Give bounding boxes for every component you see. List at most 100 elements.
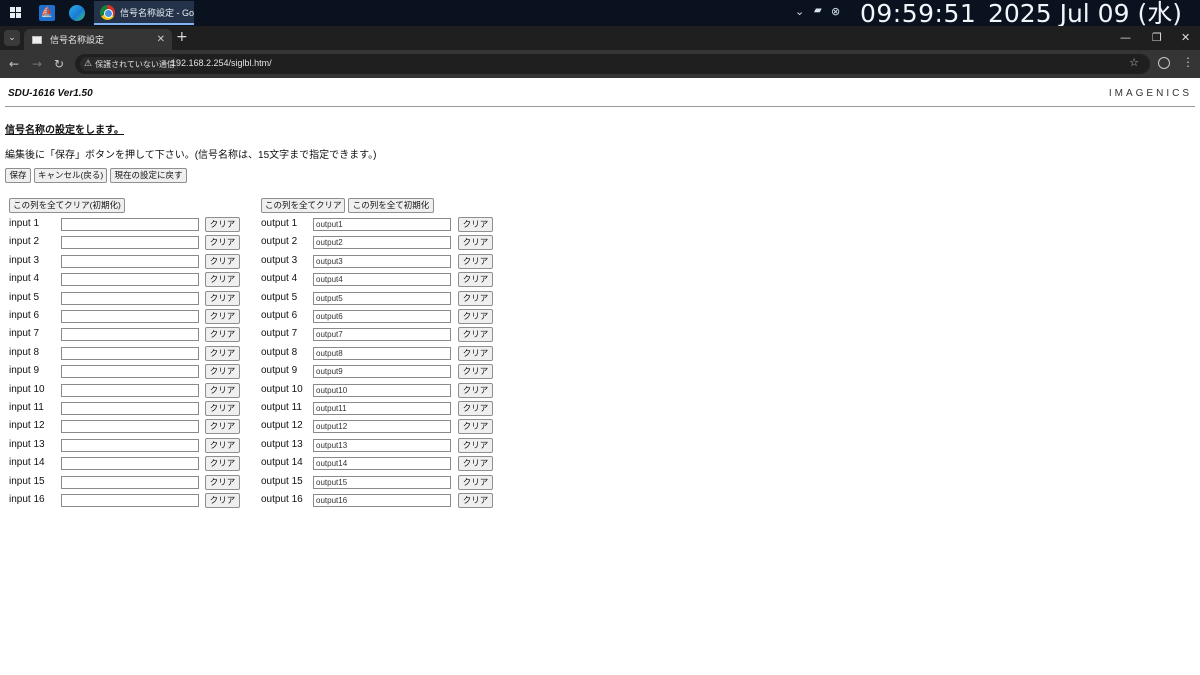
input-name-field[interactable] <box>61 328 199 341</box>
bookmark-star-icon[interactable]: ☆ <box>1129 56 1139 69</box>
output-clear-button[interactable]: クリア <box>458 419 493 434</box>
close-tab-icon[interactable]: ✕ <box>157 34 165 45</box>
input-clear-button[interactable]: クリア <box>205 327 240 342</box>
input-name-field[interactable] <box>61 476 199 489</box>
output-clear-button[interactable]: クリア <box>458 291 493 306</box>
output-clear-button[interactable]: クリア <box>458 364 493 379</box>
forward-arrow-icon[interactable]: → <box>32 57 42 71</box>
input-clear-button[interactable]: クリア <box>205 309 240 324</box>
input-clear-button[interactable]: クリア <box>205 456 240 471</box>
input-name-field[interactable] <box>61 365 199 378</box>
output-clear-button[interactable]: クリア <box>458 327 493 342</box>
close-circle-icon[interactable]: ⊗ <box>831 5 840 18</box>
input-clear-button[interactable]: クリア <box>205 383 240 398</box>
input-clear-button[interactable]: クリア <box>205 235 240 250</box>
restore-icon[interactable]: ❐ <box>1152 31 1162 44</box>
output-clear-button[interactable]: クリア <box>458 272 493 287</box>
output-name-field[interactable]: output10 <box>313 384 451 397</box>
input-clear-button[interactable]: クリア <box>205 438 240 453</box>
menu-kebab-icon[interactable]: ⋮ <box>1182 55 1194 69</box>
page-content: SDU-1616 Ver1.50 IMAGENICS 信号名称の設定をします。 … <box>0 78 1200 675</box>
output-name-field[interactable]: output3 <box>313 255 451 268</box>
output-name-field[interactable]: output9 <box>313 365 451 378</box>
taskbar-chrome-window[interactable]: 信号名称設定 - Goo... <box>94 1 194 25</box>
revert-settings-button[interactable]: 現在の設定に戻す <box>110 168 187 183</box>
input-row-label: input 14 <box>9 457 45 468</box>
input-name-field[interactable] <box>61 384 199 397</box>
output-name-field[interactable]: output12 <box>313 420 451 433</box>
cancel-back-button[interactable]: キャンセル(戻る) <box>34 168 107 183</box>
tab-search-chevron-icon[interactable]: ⌄ <box>4 30 20 46</box>
output-row-label: output 8 <box>261 347 298 358</box>
output-clear-button[interactable]: クリア <box>458 235 493 250</box>
input-clear-button[interactable]: クリア <box>205 291 240 306</box>
minimize-icon[interactable]: — <box>1120 31 1131 44</box>
browser-tab-strip: ⌄ 信号名称設定 ✕ + — ❐ ✕ <box>0 26 1200 50</box>
output-clear-button[interactable]: クリア <box>458 383 493 398</box>
app-launcher-icon[interactable]: ⛵ <box>37 3 57 23</box>
output-clear-all-button[interactable]: この列を全てクリア <box>261 198 345 213</box>
close-window-icon[interactable]: ✕ <box>1181 31 1190 44</box>
output-clear-button[interactable]: クリア <box>458 217 493 232</box>
output-name-field[interactable]: output4 <box>313 273 451 286</box>
input-name-field[interactable] <box>61 494 199 507</box>
output-clear-button[interactable]: クリア <box>458 493 493 508</box>
input-clear-button[interactable]: クリア <box>205 217 240 232</box>
output-name-field[interactable]: output16 <box>313 494 451 507</box>
output-name-field[interactable]: output2 <box>313 236 451 249</box>
windows-start-icon[interactable] <box>6 3 26 23</box>
edge-browser-icon[interactable] <box>67 3 87 23</box>
output-name-field[interactable]: output5 <box>313 292 451 305</box>
input-name-field[interactable] <box>61 310 199 323</box>
output-init-all-button[interactable]: この列を全て初期化 <box>348 198 434 213</box>
input-name-field[interactable] <box>61 273 199 286</box>
output-name-field[interactable]: output1 <box>313 218 451 231</box>
input-clear-button[interactable]: クリア <box>205 493 240 508</box>
input-name-field[interactable] <box>61 457 199 470</box>
output-name-field[interactable]: output8 <box>313 347 451 360</box>
input-name-field[interactable] <box>61 236 199 249</box>
output-clear-button[interactable]: クリア <box>458 438 493 453</box>
output-row-label: output 4 <box>261 273 298 284</box>
save-button[interactable]: 保存 <box>5 168 31 183</box>
back-arrow-icon[interactable]: ← <box>9 57 19 71</box>
input-row-label: input 2 <box>9 236 40 247</box>
reload-icon[interactable]: ↻ <box>54 57 64 71</box>
security-indicator[interactable]: ⚠ 保護されていない通信 <box>80 57 180 71</box>
input-name-field[interactable] <box>61 402 199 415</box>
profile-avatar-icon[interactable] <box>1158 57 1170 69</box>
output-name-field[interactable]: output7 <box>313 328 451 341</box>
output-clear-button[interactable]: クリア <box>458 346 493 361</box>
input-name-field[interactable] <box>61 255 199 268</box>
input-name-field[interactable] <box>61 439 199 452</box>
output-name-field[interactable]: output11 <box>313 402 451 415</box>
input-name-field[interactable] <box>61 347 199 360</box>
tray-chevron-up-icon[interactable]: ⌄ <box>795 5 804 18</box>
output-clear-button[interactable]: クリア <box>458 254 493 269</box>
output-clear-button[interactable]: クリア <box>458 401 493 416</box>
output-clear-button[interactable]: クリア <box>458 456 493 471</box>
input-name-field[interactable] <box>61 218 199 231</box>
address-bar[interactable]: ⚠ 保護されていない通信 192.168.2.254/siglbl.htm/ ☆ <box>75 54 1150 74</box>
input-clear-button[interactable]: クリア <box>205 346 240 361</box>
input-name-field[interactable] <box>61 420 199 433</box>
browser-tab[interactable]: 信号名称設定 ✕ <box>24 29 172 50</box>
input-clear-button[interactable]: クリア <box>205 364 240 379</box>
url-text[interactable]: 192.168.2.254/siglbl.htm/ <box>171 58 272 68</box>
input-clear-button[interactable]: クリア <box>205 254 240 269</box>
input-name-field[interactable] <box>61 292 199 305</box>
output-name-field[interactable]: output13 <box>313 439 451 452</box>
output-name-field[interactable]: output6 <box>313 310 451 323</box>
output-name-field[interactable]: output14 <box>313 457 451 470</box>
input-clear-button[interactable]: クリア <box>205 401 240 416</box>
input-clear-button[interactable]: クリア <box>205 419 240 434</box>
input-clear-all-button[interactable]: この列を全てクリア(初期化) <box>9 198 125 213</box>
new-tab-plus-icon[interactable]: + <box>176 30 188 44</box>
output-clear-button[interactable]: クリア <box>458 475 493 490</box>
output-name-field[interactable]: output15 <box>313 476 451 489</box>
output-clear-button[interactable]: クリア <box>458 309 493 324</box>
input-row-label: input 9 <box>9 365 40 376</box>
input-clear-button[interactable]: クリア <box>205 475 240 490</box>
input-clear-button[interactable]: クリア <box>205 272 240 287</box>
battery-icon[interactable]: ▰ <box>814 5 822 16</box>
